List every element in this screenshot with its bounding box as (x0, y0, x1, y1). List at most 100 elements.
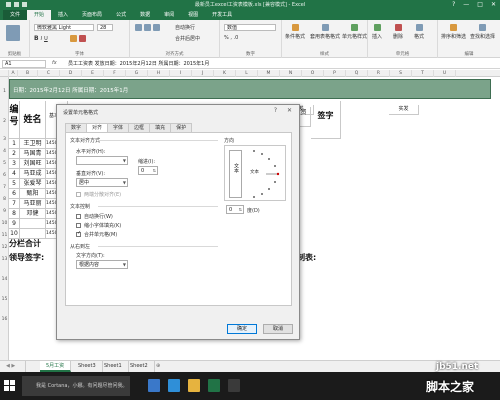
find-select-button[interactable]: 查找和选择 (470, 24, 495, 40)
row-number-cell[interactable]: 8 (9, 209, 20, 219)
column-header[interactable]: S (390, 70, 412, 77)
column-header[interactable]: H (148, 70, 170, 77)
tab-protection[interactable]: 保护 (170, 123, 193, 132)
vertical-text-box[interactable]: 文本 (229, 150, 242, 198)
column-header[interactable]: A (9, 70, 18, 77)
row-number-cell[interactable]: 6 (9, 189, 20, 199)
column-header[interactable]: R (368, 70, 390, 77)
table-format-button[interactable]: 套用表格格式 (310, 24, 340, 40)
row-header[interactable]: 5 (0, 161, 9, 166)
dialog-help-button[interactable]: ? (274, 107, 277, 114)
tab-fill[interactable]: 填充 (149, 123, 172, 132)
date-banner[interactable]: 日期：2015年2月12日 所属日期：2015年1月 (9, 79, 491, 99)
tab-nav-arrows[interactable]: ◀ ▶ (0, 361, 26, 372)
edge-icon[interactable] (168, 379, 180, 392)
row-number-cell[interactable]: 3 (9, 159, 20, 169)
row-number-cell[interactable]: 4 (9, 169, 20, 179)
tab-view[interactable]: 视图 (181, 10, 205, 20)
close-button[interactable]: ✕ (491, 1, 496, 8)
header-sign[interactable]: 签字 (311, 101, 341, 139)
minimize-button[interactable]: — (463, 1, 469, 8)
name-cell[interactable]: 马亚成 (20, 169, 46, 179)
conditional-format-button[interactable]: 条件格式 (285, 24, 305, 40)
tab-formulas[interactable]: 公式 (109, 10, 133, 20)
name-box[interactable]: A1 (2, 60, 46, 68)
column-header[interactable]: L (236, 70, 258, 77)
wrap-text-button[interactable]: 自动换行 (175, 24, 195, 31)
tab-border[interactable]: 边框 (128, 123, 151, 132)
column-header[interactable]: P (324, 70, 346, 77)
tab-insert[interactable]: 插入 (51, 10, 75, 20)
tab-number[interactable]: 数字 (65, 123, 88, 132)
column-header[interactable]: T (412, 70, 434, 77)
maximize-button[interactable]: □ (477, 1, 483, 8)
row-header[interactable]: 10 (0, 221, 9, 226)
row-header[interactable]: 4 (0, 149, 9, 154)
column-header[interactable]: I (170, 70, 192, 77)
tab-file[interactable]: 文件 (3, 10, 28, 20)
row-header[interactable]: 7 (0, 185, 9, 190)
row-number-cell[interactable]: 9 (9, 219, 20, 229)
column-header[interactable]: D (60, 70, 82, 77)
format-cells-button[interactable]: 格式 (414, 24, 424, 40)
row-header[interactable]: 8 (0, 197, 9, 202)
store-icon[interactable] (228, 379, 240, 392)
percent-button[interactable]: % , .0 (224, 35, 238, 41)
text-direction-select[interactable]: 根据内容 ▼ (76, 260, 128, 269)
column-header[interactable]: M (258, 70, 280, 77)
horizontal-select[interactable]: ▼ (76, 156, 128, 165)
maker-label[interactable]: 制表: (297, 251, 337, 265)
column-header[interactable]: F (104, 70, 126, 77)
name-cell[interactable] (20, 219, 46, 229)
add-sheet-icon[interactable]: ⊕ (150, 361, 166, 372)
fill-color-button[interactable] (70, 35, 86, 42)
vertical-select[interactable]: 居中 ▼ (76, 178, 128, 187)
column-header[interactable]: Q (346, 70, 368, 77)
row-header[interactable]: 1 (0, 89, 9, 94)
header-no[interactable]: 编号 (9, 101, 20, 139)
name-cell[interactable] (20, 229, 46, 239)
tab-review[interactable]: 审阅 (157, 10, 181, 20)
excel-icon[interactable] (208, 379, 220, 392)
merge-center-button[interactable]: 合并后居中 (175, 35, 200, 42)
cortana-search[interactable]: 我是 Cortana，小娜。有问题尽管问我。 (22, 376, 130, 396)
header-pay2[interactable]: 实发 (389, 105, 419, 115)
sheet-tab-may-salary[interactable]: 5月工资 (40, 361, 72, 372)
dialog-close-button[interactable]: ✕ (287, 107, 292, 114)
column-header[interactable]: G (126, 70, 148, 77)
row-number-cell[interactable]: 5 (9, 179, 20, 189)
cancel-button[interactable]: 取消 (263, 324, 293, 334)
column-header[interactable]: N (280, 70, 302, 77)
name-cell[interactable]: 邓健 (20, 209, 46, 219)
tab-data[interactable]: 数据 (133, 10, 157, 20)
column-header[interactable]: E (82, 70, 104, 77)
paste-button[interactable] (6, 25, 20, 41)
orientation-control[interactable]: 文本 文本 (224, 145, 286, 201)
sort-filter-button[interactable]: 排序和筛选 (441, 24, 466, 40)
column-header[interactable]: O (302, 70, 324, 77)
row-header[interactable]: 6 (0, 173, 9, 178)
windows-start-icon[interactable] (4, 380, 15, 391)
row-header[interactable]: 2 (0, 119, 9, 124)
row-header[interactable]: 11 (0, 233, 9, 238)
row-header[interactable]: 12 (0, 245, 9, 250)
row-number-cell[interactable]: 7 (9, 199, 20, 209)
name-cell[interactable]: 马亚丽 (20, 199, 46, 209)
font-size-combo[interactable]: 28 (97, 24, 113, 31)
tab-home[interactable]: 开始 (27, 10, 52, 20)
column-header[interactable]: K (214, 70, 236, 77)
tab-page-layout[interactable]: 页面布局 (75, 10, 109, 20)
name-cell[interactable]: 张爱琴 (20, 179, 46, 189)
fx-icon[interactable]: fx (52, 60, 57, 66)
header-name[interactable]: 姓名 (20, 101, 46, 139)
column-header[interactable]: J (192, 70, 214, 77)
name-cell[interactable]: 王卫明 (20, 139, 46, 149)
formula-input[interactable]: 员工工资表 发放日期：2015年2月12日 所属日期：2015年1月 (68, 60, 209, 68)
row-header[interactable]: 13 (0, 257, 9, 262)
justify-distributed-checkbox[interactable]: 两端分散对齐(E) (76, 191, 121, 198)
degrees-spinner[interactable]: 0 ⇅ (226, 205, 244, 214)
column-header[interactable]: B (18, 70, 38, 77)
wrap-text-checkbox[interactable]: 自动换行(W) (76, 213, 113, 220)
number-format-combo[interactable]: 数值 (224, 24, 276, 31)
shrink-to-fit-checkbox[interactable]: 缩小字体填充(K) (76, 222, 121, 229)
